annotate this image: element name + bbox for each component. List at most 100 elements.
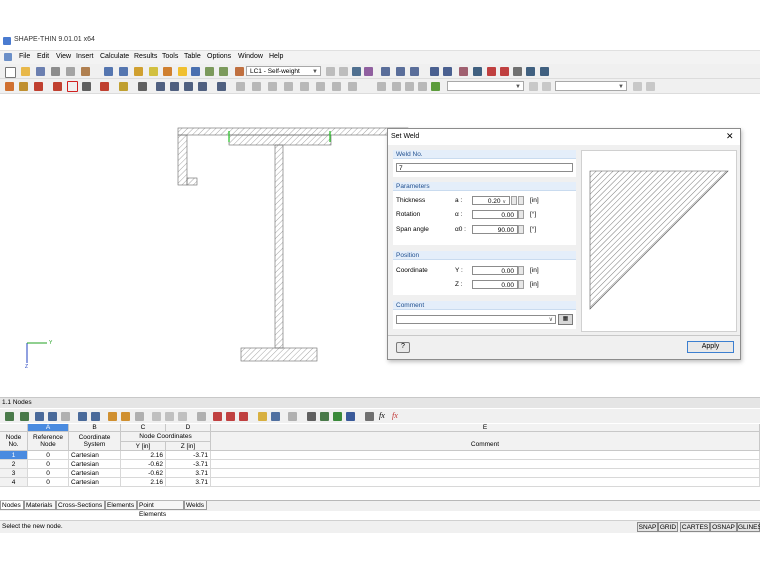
- table-insert-row-icon[interactable]: [152, 412, 161, 421]
- z-coordinate-spinner[interactable]: [518, 280, 524, 289]
- panel-icon[interactable]: [219, 67, 228, 76]
- weld-no-field[interactable]: 7: [396, 163, 573, 172]
- column-b-header[interactable]: B: [69, 424, 121, 432]
- column-c-header[interactable]: C: [121, 424, 166, 432]
- tab-elements[interactable]: Elements: [105, 501, 137, 510]
- result-values-icon[interactable]: [364, 67, 373, 76]
- tab-welds[interactable]: Welds: [184, 501, 207, 510]
- hatch-icon[interactable]: [410, 67, 419, 76]
- table-print-icon[interactable]: [307, 412, 316, 421]
- y-cell[interactable]: 2.16: [121, 478, 166, 487]
- print-icon[interactable]: [51, 67, 60, 76]
- tab-nodes[interactable]: Nodes: [0, 501, 24, 510]
- table-sort-up-icon[interactable]: [213, 412, 222, 421]
- table-copy-row-icon[interactable]: [178, 412, 187, 421]
- comment-cell[interactable]: [211, 478, 760, 487]
- point-element-icon[interactable]: [100, 82, 109, 91]
- stress-icon[interactable]: [191, 67, 200, 76]
- app-menu-icon[interactable]: [4, 53, 12, 61]
- scale-icon[interactable]: [217, 82, 226, 91]
- row-number[interactable]: 4: [0, 478, 28, 487]
- new-file-icon[interactable]: [5, 67, 16, 78]
- glines-toggle[interactable]: GLINES: [737, 522, 760, 532]
- next-arrow-icon[interactable]: [542, 82, 551, 91]
- table-sort-down-icon[interactable]: [226, 412, 235, 421]
- menu-calculate[interactable]: Calculate: [100, 53, 129, 60]
- member-icon[interactable]: [381, 67, 390, 76]
- rotation-spinner[interactable]: [518, 210, 524, 219]
- settings-icon[interactable]: [443, 67, 452, 76]
- grid-icon[interactable]: [405, 82, 414, 91]
- dimension-g-icon[interactable]: [332, 82, 341, 91]
- show-results-icon[interactable]: [352, 67, 361, 76]
- span-angle-spinner[interactable]: [518, 225, 524, 234]
- left-channel-web[interactable]: [177, 134, 188, 186]
- grid-toggle[interactable]: GRID: [658, 522, 678, 532]
- warning-icon[interactable]: [487, 67, 496, 76]
- view-icon[interactable]: [430, 67, 439, 76]
- thickness-spinner[interactable]: [511, 196, 517, 205]
- row-number[interactable]: 3: [0, 469, 28, 478]
- calculate-icon[interactable]: [163, 67, 172, 76]
- export-icon[interactable]: [526, 67, 535, 76]
- thickness-dropdown-arrow[interactable]: [518, 196, 524, 205]
- comment-cell[interactable]: [211, 451, 760, 460]
- i-beam-bottom-flange[interactable]: [240, 347, 318, 362]
- top-plate[interactable]: [177, 127, 409, 136]
- z-cell[interactable]: -3.71: [166, 451, 211, 460]
- menu-options[interactable]: Options: [207, 53, 231, 60]
- rotation-field[interactable]: 0.00: [472, 210, 518, 219]
- previous-loadcase-icon[interactable]: [326, 67, 335, 76]
- table-view-icon[interactable]: [20, 412, 29, 421]
- dimension-icon[interactable]: [119, 82, 128, 91]
- table-prev-icon[interactable]: [78, 412, 87, 421]
- i-beam-web[interactable]: [274, 144, 284, 349]
- move-icon[interactable]: [170, 82, 179, 91]
- cartes-toggle[interactable]: CARTES: [680, 522, 710, 532]
- dimension-d-icon[interactable]: [284, 82, 293, 91]
- formula-icon[interactable]: fx: [379, 411, 385, 420]
- rotate-icon[interactable]: [184, 82, 193, 91]
- table-bars-icon[interactable]: [365, 412, 374, 421]
- dimension-b-icon[interactable]: [252, 82, 261, 91]
- column-d-header[interactable]: D: [166, 424, 211, 432]
- table-fit-icon[interactable]: [271, 412, 280, 421]
- dimension-e-icon[interactable]: [300, 82, 309, 91]
- table-chart-icon[interactable]: [320, 412, 329, 421]
- printout-report-icon[interactable]: [81, 67, 90, 76]
- y-coordinate-field[interactable]: 0.00: [472, 266, 518, 275]
- y-cell[interactable]: 2.16: [121, 451, 166, 460]
- menu-window[interactable]: Window: [238, 53, 263, 60]
- column-e-header[interactable]: E: [211, 424, 760, 432]
- results-icon[interactable]: [178, 67, 187, 76]
- comment-field[interactable]: ∨: [396, 315, 556, 324]
- coordinate-system-cell[interactable]: Cartesian: [69, 478, 121, 487]
- table-excel-export-icon[interactable]: [333, 412, 342, 421]
- symbol-icon[interactable]: [473, 67, 482, 76]
- comment-cell[interactable]: [211, 469, 760, 478]
- row-number[interactable]: 1: [0, 451, 28, 460]
- color-icon[interactable]: [431, 82, 440, 91]
- coordinate-system-cell[interactable]: Cartesian: [69, 460, 121, 469]
- section-icon[interactable]: [396, 67, 405, 76]
- table-delete-row-icon[interactable]: [165, 412, 174, 421]
- line-icon[interactable]: [19, 82, 28, 91]
- menu-file[interactable]: File: [19, 53, 30, 60]
- filter-select-1[interactable]: ▼: [447, 81, 524, 91]
- options-icon[interactable]: [540, 67, 549, 76]
- edit-icon[interactable]: [134, 67, 143, 76]
- z-cell[interactable]: -3.71: [166, 460, 211, 469]
- table-excel-icon[interactable]: [5, 412, 14, 421]
- frame-icon[interactable]: [138, 82, 147, 91]
- table-column-width-icon[interactable]: [288, 412, 297, 421]
- print-preview-icon[interactable]: [66, 67, 75, 76]
- table-sort-icon[interactable]: [239, 412, 248, 421]
- loadcase-select[interactable]: LC1 - Self-weight ▼: [246, 66, 321, 76]
- table-filter-icon[interactable]: [258, 412, 267, 421]
- table-select-icon[interactable]: [108, 412, 117, 421]
- apply-button[interactable]: Apply: [687, 341, 734, 353]
- left-channel-flange[interactable]: [186, 177, 198, 186]
- menu-tools[interactable]: Tools: [162, 53, 178, 60]
- prev-arrow-icon[interactable]: [633, 82, 642, 91]
- thickness-field[interactable]: 0.20 ∨: [472, 196, 510, 205]
